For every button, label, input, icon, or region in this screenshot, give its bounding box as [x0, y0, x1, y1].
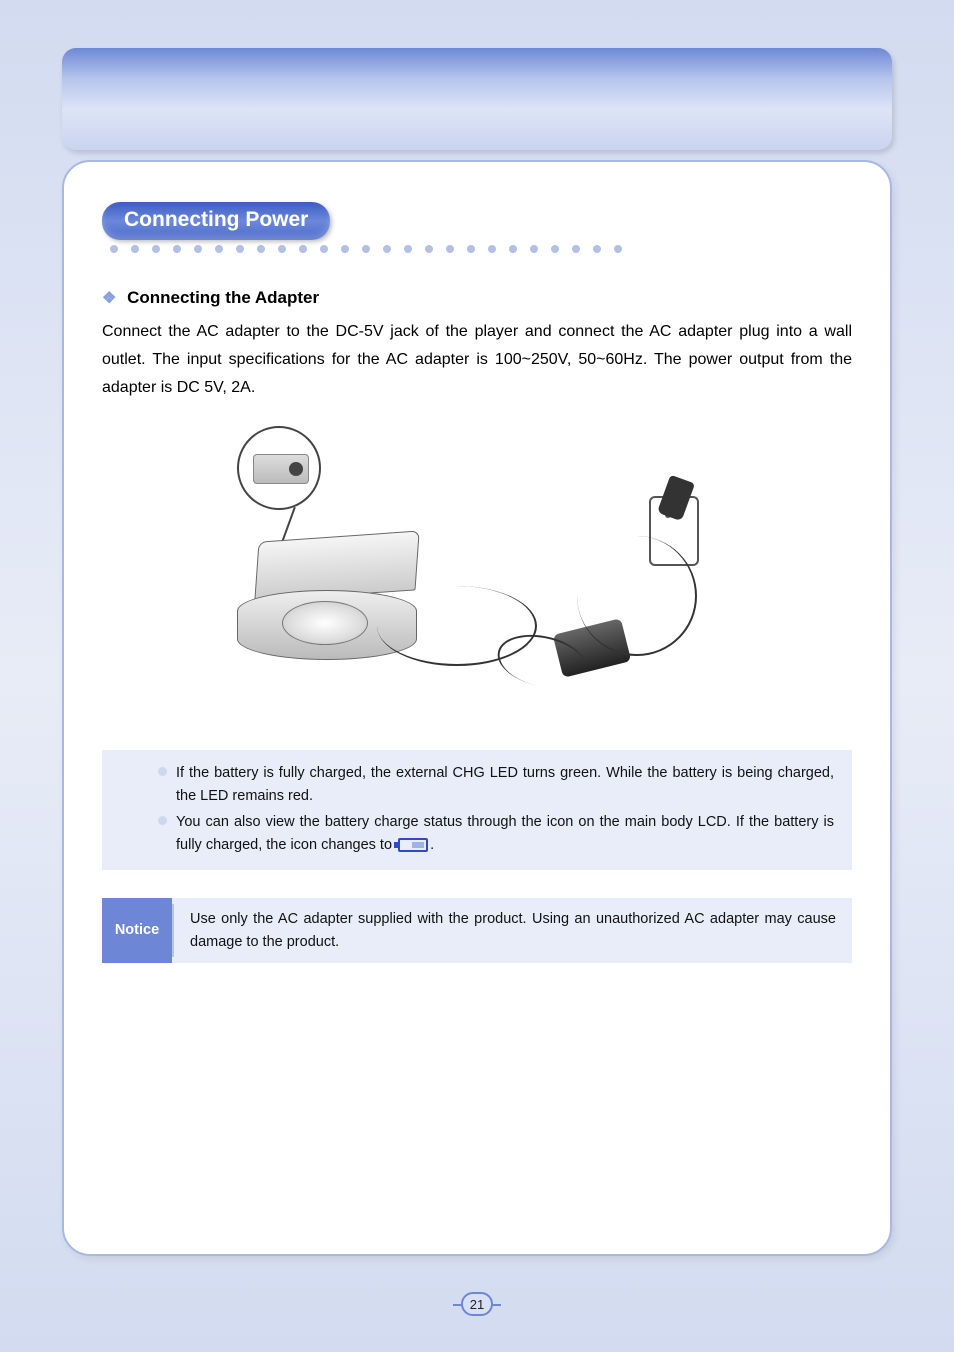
- diamond-bullet-icon: ❖: [102, 290, 116, 307]
- section-title: Connecting Power: [124, 208, 308, 231]
- body-paragraph: Connect the AC adapter to the DC-5V jack…: [102, 318, 852, 402]
- page-number: 21: [470, 1297, 484, 1312]
- section-title-pill: Connecting Power: [102, 202, 330, 240]
- tip-tail: .: [430, 837, 434, 853]
- bullet-dot-icon: [158, 767, 167, 776]
- dc-jack-callout-circle: [237, 426, 321, 510]
- battery-full-icon: [398, 838, 428, 852]
- tip-box: If the battery is fully charged, the ext…: [102, 750, 852, 870]
- tip-item: If the battery is fully charged, the ext…: [158, 762, 834, 807]
- tip-text: If the battery is fully charged, the ext…: [176, 765, 834, 803]
- notice-box: Notice Use only the AC adapter supplied …: [102, 898, 852, 963]
- content-frame: Connecting Power ❖ Connecting the Adapte…: [62, 160, 892, 1256]
- section-header-row: Connecting Power: [102, 202, 852, 258]
- notice-label: Notice: [102, 898, 172, 963]
- subsection-heading: ❖ Connecting the Adapter: [102, 288, 852, 308]
- bullet-dot-icon: [158, 816, 167, 825]
- power-cord: [377, 586, 537, 666]
- adapter-connection-illustration: [237, 426, 717, 726]
- top-banner: [62, 48, 892, 150]
- tip-text: You can also view the battery charge sta…: [176, 814, 834, 852]
- notice-text: Use only the AC adapter supplied with th…: [174, 898, 852, 963]
- subsection-title: Connecting the Adapter: [127, 288, 319, 307]
- page-number-badge: 21: [461, 1292, 493, 1316]
- dotted-divider: [110, 240, 635, 258]
- tip-item: You can also view the battery charge sta…: [158, 811, 834, 856]
- power-cord: [577, 536, 697, 656]
